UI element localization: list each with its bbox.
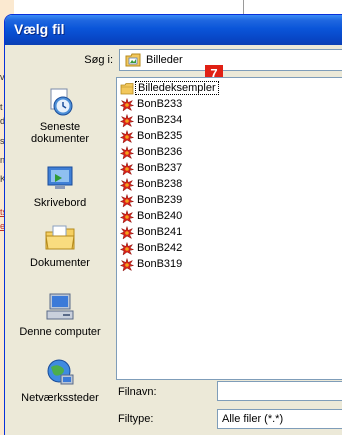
- filetype-dropdown[interactable]: Alle filer (*.*): [217, 409, 342, 429]
- filetype-label: Filtype:: [118, 413, 154, 425]
- place-label: Skrivebord: [33, 197, 87, 209]
- network-places-icon: [47, 359, 74, 385]
- file-name: BonB236: [137, 146, 183, 158]
- my-computer-icon: [46, 293, 74, 320]
- dialog-title: Vælg fil: [14, 21, 65, 37]
- place-label: Denne computer: [19, 326, 101, 338]
- image-file-icon: [120, 98, 134, 112]
- file-name: BonB319: [137, 258, 183, 270]
- file-dialog: Vælg fil Søg i: Billeder 7 Seneste dokum…: [4, 14, 342, 435]
- screenshot: ve t de s n K ts e Vælg fil Søg i: Bille…: [0, 0, 342, 435]
- look-in-value: Billeder: [146, 54, 183, 66]
- place-recent-documents[interactable]: Seneste dokumenter: [10, 86, 110, 145]
- place-my-computer[interactable]: Denne computer: [10, 291, 110, 338]
- recent-documents-icon: [50, 88, 73, 116]
- file-list[interactable]: Billedeksempler BonB233 BonB234 BonB235 …: [116, 77, 342, 380]
- place-label: Seneste dokumenter: [30, 121, 90, 145]
- my-documents-icon: [45, 225, 75, 250]
- file-name: BonB234: [137, 114, 183, 126]
- desktop-icon: [47, 166, 73, 189]
- image-file-icon: [120, 194, 134, 208]
- title-bar[interactable]: Vælg fil: [5, 15, 342, 45]
- filetype-value: Alle filer (*.*): [222, 413, 284, 425]
- image-file-icon: [120, 114, 134, 128]
- look-in-dropdown[interactable]: Billeder: [119, 49, 342, 71]
- image-file-icon: [120, 242, 134, 256]
- place-desktop[interactable]: Skrivebord: [10, 162, 110, 209]
- file-name: BonB239: [137, 194, 183, 206]
- image-file-icon: [120, 146, 134, 160]
- place-label: Netværkssteder: [21, 392, 99, 404]
- image-file-icon: [120, 178, 134, 192]
- file-name: BonB233: [137, 98, 183, 110]
- image-file-icon: [120, 162, 134, 176]
- file-name: BonB237: [137, 162, 183, 174]
- file-name: BonB238: [137, 178, 183, 190]
- file-name: BonB240: [137, 210, 183, 222]
- places-bar: Seneste dokumenter Skrivebord Dokumenter: [10, 82, 110, 412]
- file-name: BonB242: [137, 242, 183, 254]
- image-file-icon: [120, 258, 134, 272]
- image-file-icon: [120, 226, 134, 240]
- place-my-documents[interactable]: Dokumenter: [10, 222, 110, 269]
- place-label: Dokumenter: [30, 257, 90, 269]
- filename-input[interactable]: [217, 381, 342, 401]
- look-in-label: Søg i:: [84, 54, 113, 66]
- background-text: t: [0, 102, 3, 112]
- pictures-folder-icon: [125, 53, 141, 67]
- filename-label: Filnavn:: [118, 386, 157, 398]
- file-name: BonB235: [137, 130, 183, 142]
- file-name: Billedeksempler: [135, 81, 219, 95]
- folder-icon: [120, 83, 134, 95]
- image-file-icon: [120, 210, 134, 224]
- place-network[interactable]: Netværkssteder: [10, 357, 110, 404]
- file-name: BonB241: [137, 226, 183, 238]
- image-file-icon: [120, 130, 134, 144]
- divider: [243, 0, 244, 14]
